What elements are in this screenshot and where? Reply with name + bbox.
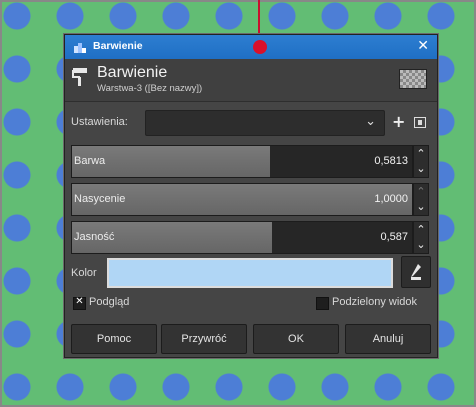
- hue-label: Barwa: [74, 155, 106, 167]
- checkmark-icon: ✕: [75, 296, 84, 307]
- red-marker-dot: [253, 40, 267, 54]
- ok-button[interactable]: OK: [253, 324, 339, 354]
- hue-slider[interactable]: Barwa 0,5813: [71, 145, 413, 178]
- paint-roller-icon: [72, 68, 87, 86]
- color-swatch-button[interactable]: [107, 258, 393, 288]
- saturation-slider[interactable]: Nasycenie 1,0000: [71, 183, 413, 216]
- saturation-label: Nasycenie: [74, 193, 126, 205]
- color-picker-button[interactable]: [401, 256, 431, 288]
- hue-value: 0,5813: [374, 155, 408, 167]
- reset-button[interactable]: Przywróć: [161, 324, 247, 354]
- close-button[interactable]: ✕: [417, 38, 429, 54]
- dialog-header: Barwienie Warstwa-3 ([Bez nazwy]): [65, 59, 437, 101]
- settings-preset-select[interactable]: ⌄: [145, 110, 385, 136]
- colorize-icon: [74, 43, 86, 53]
- header-divider: [65, 101, 437, 102]
- lightness-label: Jasność: [74, 231, 115, 243]
- saturation-value: 1,0000: [374, 193, 408, 205]
- lightness-value: 0,587: [380, 231, 408, 243]
- split-view-checkbox[interactable]: [316, 297, 329, 310]
- lightness-spinner[interactable]: ⌃ ⌄: [413, 221, 429, 254]
- split-view-label: Podzielony widok: [332, 296, 417, 308]
- hue-decrease-icon[interactable]: ⌄: [414, 162, 428, 176]
- colorize-dialog: Barwienie ✕ Barwienie Warstwa-3 ([Bez na…: [64, 34, 438, 358]
- layer-name: Warstwa-3 ([Bez nazwy]): [97, 83, 203, 94]
- hue-spinner[interactable]: ⌃ ⌄: [413, 145, 429, 178]
- preview-label: Podgląd: [89, 296, 130, 308]
- hue-increase-icon[interactable]: ⌃: [414, 147, 428, 161]
- add-preset-button[interactable]: +: [392, 112, 405, 131]
- saturation-increase-icon[interactable]: ⌃: [414, 185, 428, 199]
- color-label: Kolor: [71, 267, 97, 279]
- lightness-slider[interactable]: Jasność 0,587: [71, 221, 413, 254]
- chevron-down-icon: ⌄: [365, 114, 376, 129]
- preview-checkbox[interactable]: ✕: [73, 296, 86, 310]
- lightness-increase-icon[interactable]: ⌃: [414, 223, 428, 237]
- window-title: Barwienie: [93, 40, 143, 52]
- manage-presets-icon[interactable]: [414, 117, 426, 128]
- dialog-heading: Barwienie: [97, 64, 168, 81]
- settings-label: Ustawienia:: [71, 116, 128, 128]
- lightness-decrease-icon[interactable]: ⌄: [414, 238, 428, 252]
- dialog-titlebar[interactable]: Barwienie ✕: [65, 35, 437, 59]
- cancel-button[interactable]: Anuluj: [345, 324, 431, 354]
- layer-thumbnail: [399, 69, 427, 89]
- eyedropper-icon: [411, 264, 421, 280]
- saturation-decrease-icon[interactable]: ⌄: [414, 200, 428, 214]
- help-button[interactable]: Pomoc: [71, 324, 157, 354]
- saturation-spinner[interactable]: ⌃ ⌄: [413, 183, 429, 216]
